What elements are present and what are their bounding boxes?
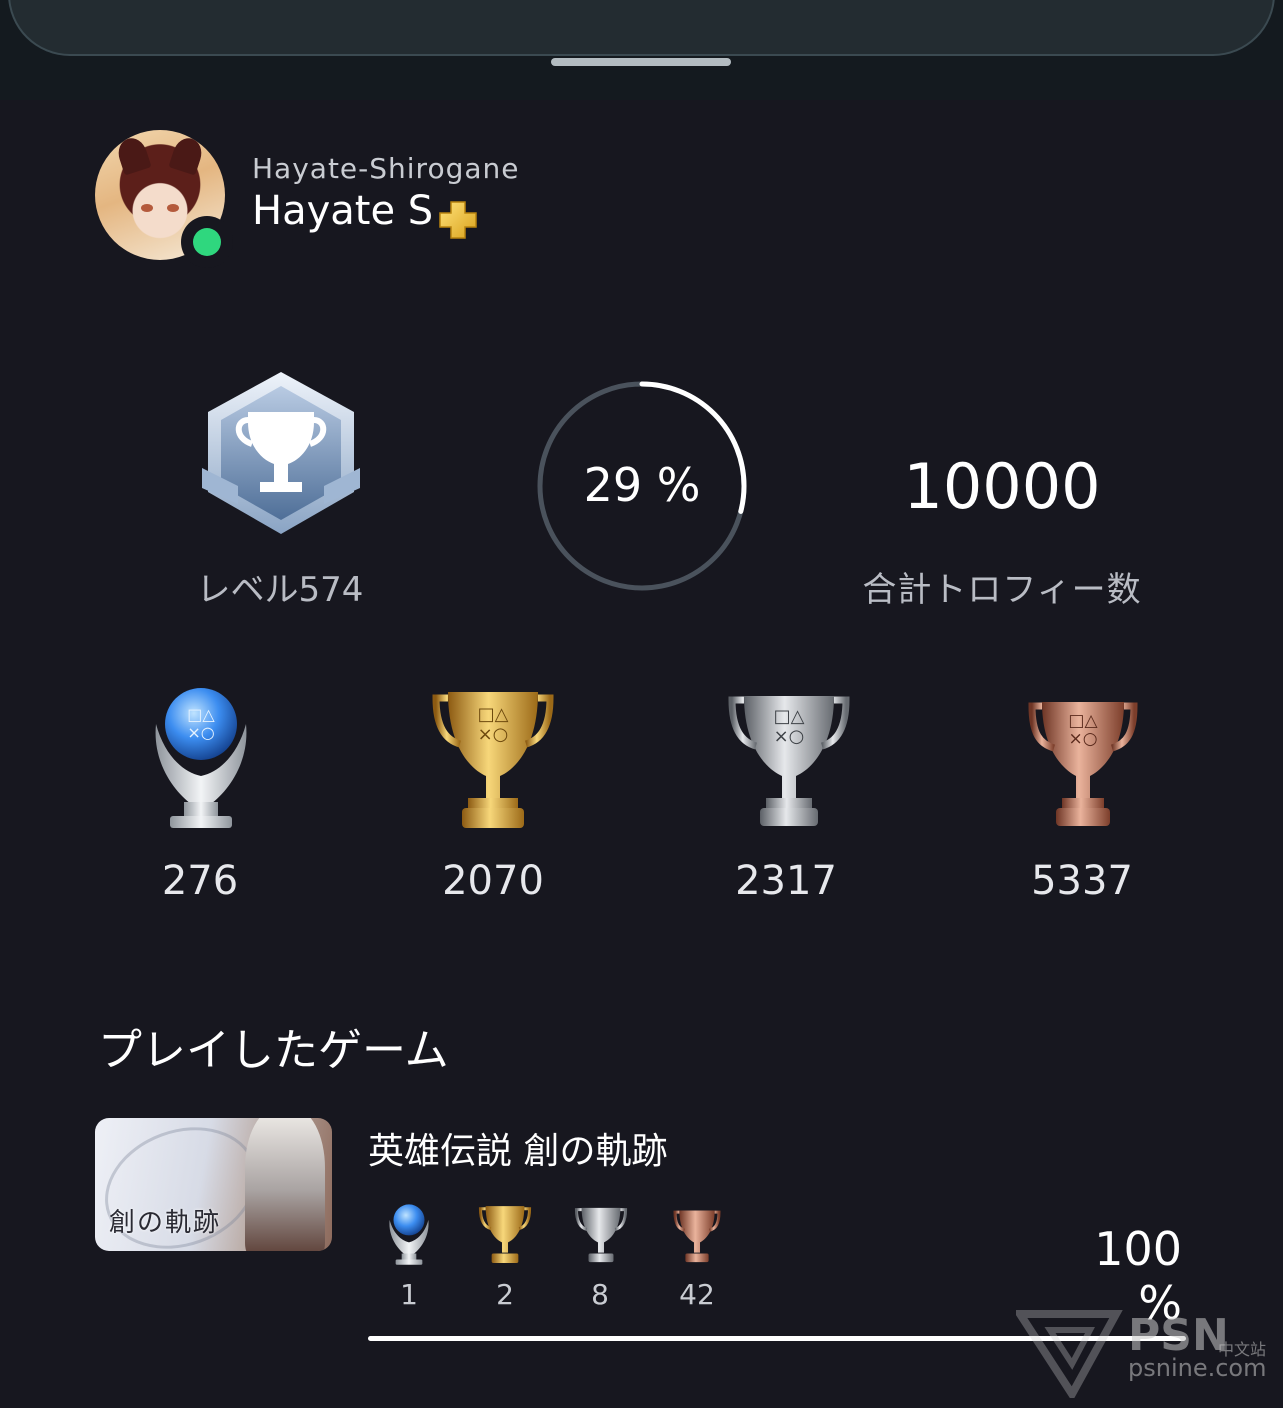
game-cover-image[interactable]: 創の軌跡 (95, 1118, 332, 1251)
total-trophy-count: 10000 (903, 450, 1101, 523)
svg-text:□△: □△ (187, 705, 215, 724)
game-gold-count: 2 (496, 1278, 514, 1311)
svg-text:□△: □△ (774, 706, 805, 727)
game-silver-trophy-icon (574, 1207, 628, 1263)
top-bar (0, 0, 1283, 100)
svg-text:×○: ×○ (187, 723, 214, 742)
svg-text:×○: ×○ (774, 726, 805, 747)
trophy-level-badge-icon (202, 372, 360, 534)
game-gold-trophy-icon (478, 1206, 532, 1263)
game-platinum-count: 1 (400, 1278, 418, 1311)
gold-trophy-icon: □△ ×○ (432, 692, 554, 828)
platinum-trophy-count: 276 (161, 858, 239, 904)
online-status-dot (193, 228, 221, 256)
ps-plus-icon (439, 201, 477, 239)
display-name: Hayate S (252, 188, 434, 234)
bronze-trophy-count: 5337 (1031, 858, 1133, 904)
watermark-url: psnine.com (1128, 1354, 1267, 1382)
sheet-drag-handle[interactable] (551, 58, 731, 66)
game-title: 英雄伝説 創の軌跡 (368, 1131, 668, 1172)
svg-text:×○: ×○ (1068, 729, 1097, 749)
online-id: Hayate-Shirogane (252, 152, 520, 185)
avatar-ear-right (168, 134, 206, 176)
avatar-eye-left (141, 204, 153, 212)
silver-trophy-count: 2317 (735, 858, 837, 904)
played-games-title: プレイしたゲーム (98, 1025, 449, 1076)
silver-trophy-icon: □△ ×○ (728, 696, 850, 826)
avatar-eye-right (167, 204, 179, 212)
top-sheet (8, 0, 1275, 56)
cover-figure (245, 1118, 325, 1251)
level-label: レベル574 (196, 570, 364, 610)
gold-trophy-count: 2070 (442, 858, 544, 904)
svg-text:□△: □△ (478, 704, 509, 725)
cover-logo: 創の軌跡 (109, 1208, 222, 1238)
svg-text:×○: ×○ (478, 724, 509, 745)
platinum-trophy-icon: □△ ×○ (155, 688, 247, 828)
total-trophy-label: 合計トロフィー数 (862, 570, 1142, 610)
avatar-ear-left (114, 134, 152, 176)
game-bronze-trophy-icon (673, 1210, 721, 1263)
game-platinum-trophy-icon (389, 1204, 429, 1265)
level-progress-label: 29 % (583, 458, 701, 512)
game-bronze-count: 42 (679, 1278, 715, 1311)
game-silver-count: 8 (591, 1278, 609, 1311)
svg-text:□△: □△ (1068, 711, 1098, 731)
bronze-trophy-icon: □△ ×○ (1028, 702, 1138, 826)
